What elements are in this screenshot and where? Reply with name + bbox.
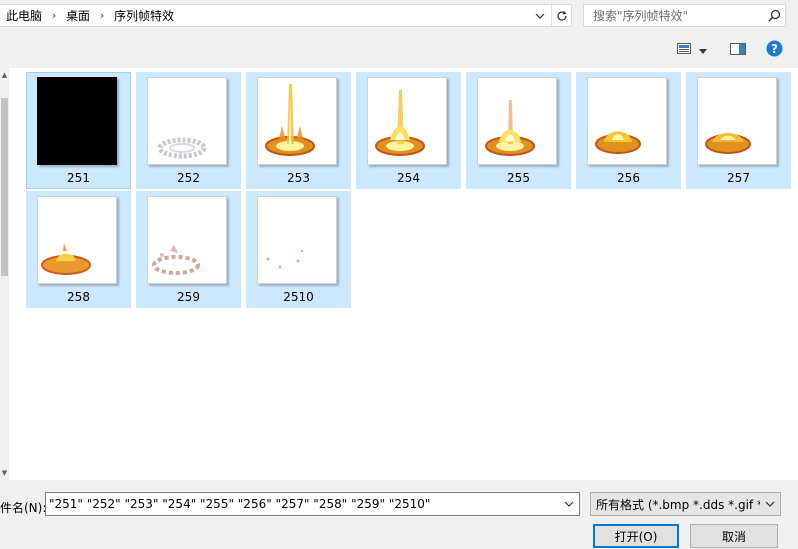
scroll-down-icon[interactable]: ▼ [0,466,9,480]
view-icon [677,43,691,57]
breadcrumb-item-desktop[interactable]: 桌面 [60,5,96,26]
refresh-icon[interactable] [551,5,571,26]
help-button[interactable]: ? [764,40,784,60]
file-type-select[interactable]: 所有格式 (*.bmp *.dds *.gif * [590,492,781,516]
help-icon: ? [766,40,783,60]
file-thumbnail [147,196,227,284]
file-thumbnail [587,77,667,165]
filename-value: "251" "252" "253" "254" "255" "256" "257… [49,497,431,511]
file-thumbnail [477,77,557,165]
open-button[interactable]: 打开(O) [593,524,679,548]
breadcrumb-label: 桌面 [66,9,91,23]
cancel-button[interactable]: 取消 [690,524,778,548]
file-item[interactable]: 253 [246,72,351,189]
chevron-right-icon[interactable]: › [96,9,108,22]
file-name: 252 [177,171,200,185]
file-item[interactable]: 259 [136,191,241,308]
search-placeholder: 搜索"序列帧特效" [593,9,689,23]
preview-pane-icon [730,42,746,58]
file-item[interactable]: 254 [356,72,461,189]
file-name: 254 [397,171,420,185]
chevron-down-icon[interactable] [559,493,579,515]
address-row: 此电脑 › 桌面 › 序列帧特效 搜索"序列帧特效" [0,0,798,32]
file-name: 259 [177,290,200,304]
chevron-down-icon [699,43,707,57]
breadcrumb-label: 此电脑 [6,9,43,23]
scroll-up-icon[interactable]: ▲ [0,68,9,82]
address-bar[interactable]: 此电脑 › 桌面 › 序列帧特效 [0,4,572,27]
file-item[interactable]: 258 [26,191,131,308]
breadcrumb-item-pc[interactable]: 此电脑 [0,5,48,26]
chevron-down-icon[interactable] [531,5,549,26]
svg-text:?: ? [771,42,778,56]
breadcrumb-item-folder[interactable]: 序列帧特效 [108,5,180,26]
file-name: 258 [67,290,90,304]
file-name: 2510 [283,290,314,304]
file-thumbnail [147,77,227,165]
search-icon[interactable] [763,5,785,26]
file-name: 257 [727,171,750,185]
open-button-label: 打开(O) [614,529,658,544]
breadcrumb-label: 序列帧特效 [114,9,175,23]
file-item[interactable]: 255 [466,72,571,189]
file-thumbnail [697,77,777,165]
vertical-scrollbar[interactable]: ▲ ▼ [0,68,9,480]
file-item[interactable]: 2510 [246,191,351,308]
file-list[interactable]: ▲ ▼ 251 252 253 254 255 256 257 258 259 … [0,68,798,480]
file-name: 255 [507,171,530,185]
file-name: 253 [287,171,310,185]
file-item[interactable]: 256 [576,72,681,189]
file-type-value: 所有格式 (*.bmp *.dds *.gif * [596,497,760,512]
file-thumbnail [37,196,117,284]
preview-pane-button[interactable] [728,40,748,60]
scrollbar-thumb[interactable] [1,98,8,276]
toolbar: ? [0,32,798,68]
file-thumbnail [367,77,447,165]
bottom-panel: 件名(N): "251" "252" "253" "254" "255" "25… [0,480,798,549]
file-name: 251 [67,171,90,185]
search-input[interactable]: 搜索"序列帧特效" [583,4,786,27]
filename-field[interactable]: "251" "252" "253" "254" "255" "256" "257… [45,492,580,516]
cancel-button-label: 取消 [721,529,746,544]
view-menu-button[interactable] [676,40,708,60]
file-item[interactable]: 257 [686,72,791,189]
file-item[interactable]: 251 [26,72,131,189]
file-item[interactable]: 252 [136,72,241,189]
file-thumbnail [257,77,337,165]
filename-label: 件名(N): [0,501,47,515]
chevron-down-icon [760,493,780,515]
chevron-right-icon[interactable]: › [48,9,60,22]
file-thumbnail [37,77,117,165]
file-thumbnail [257,196,337,284]
file-name: 256 [617,171,640,185]
